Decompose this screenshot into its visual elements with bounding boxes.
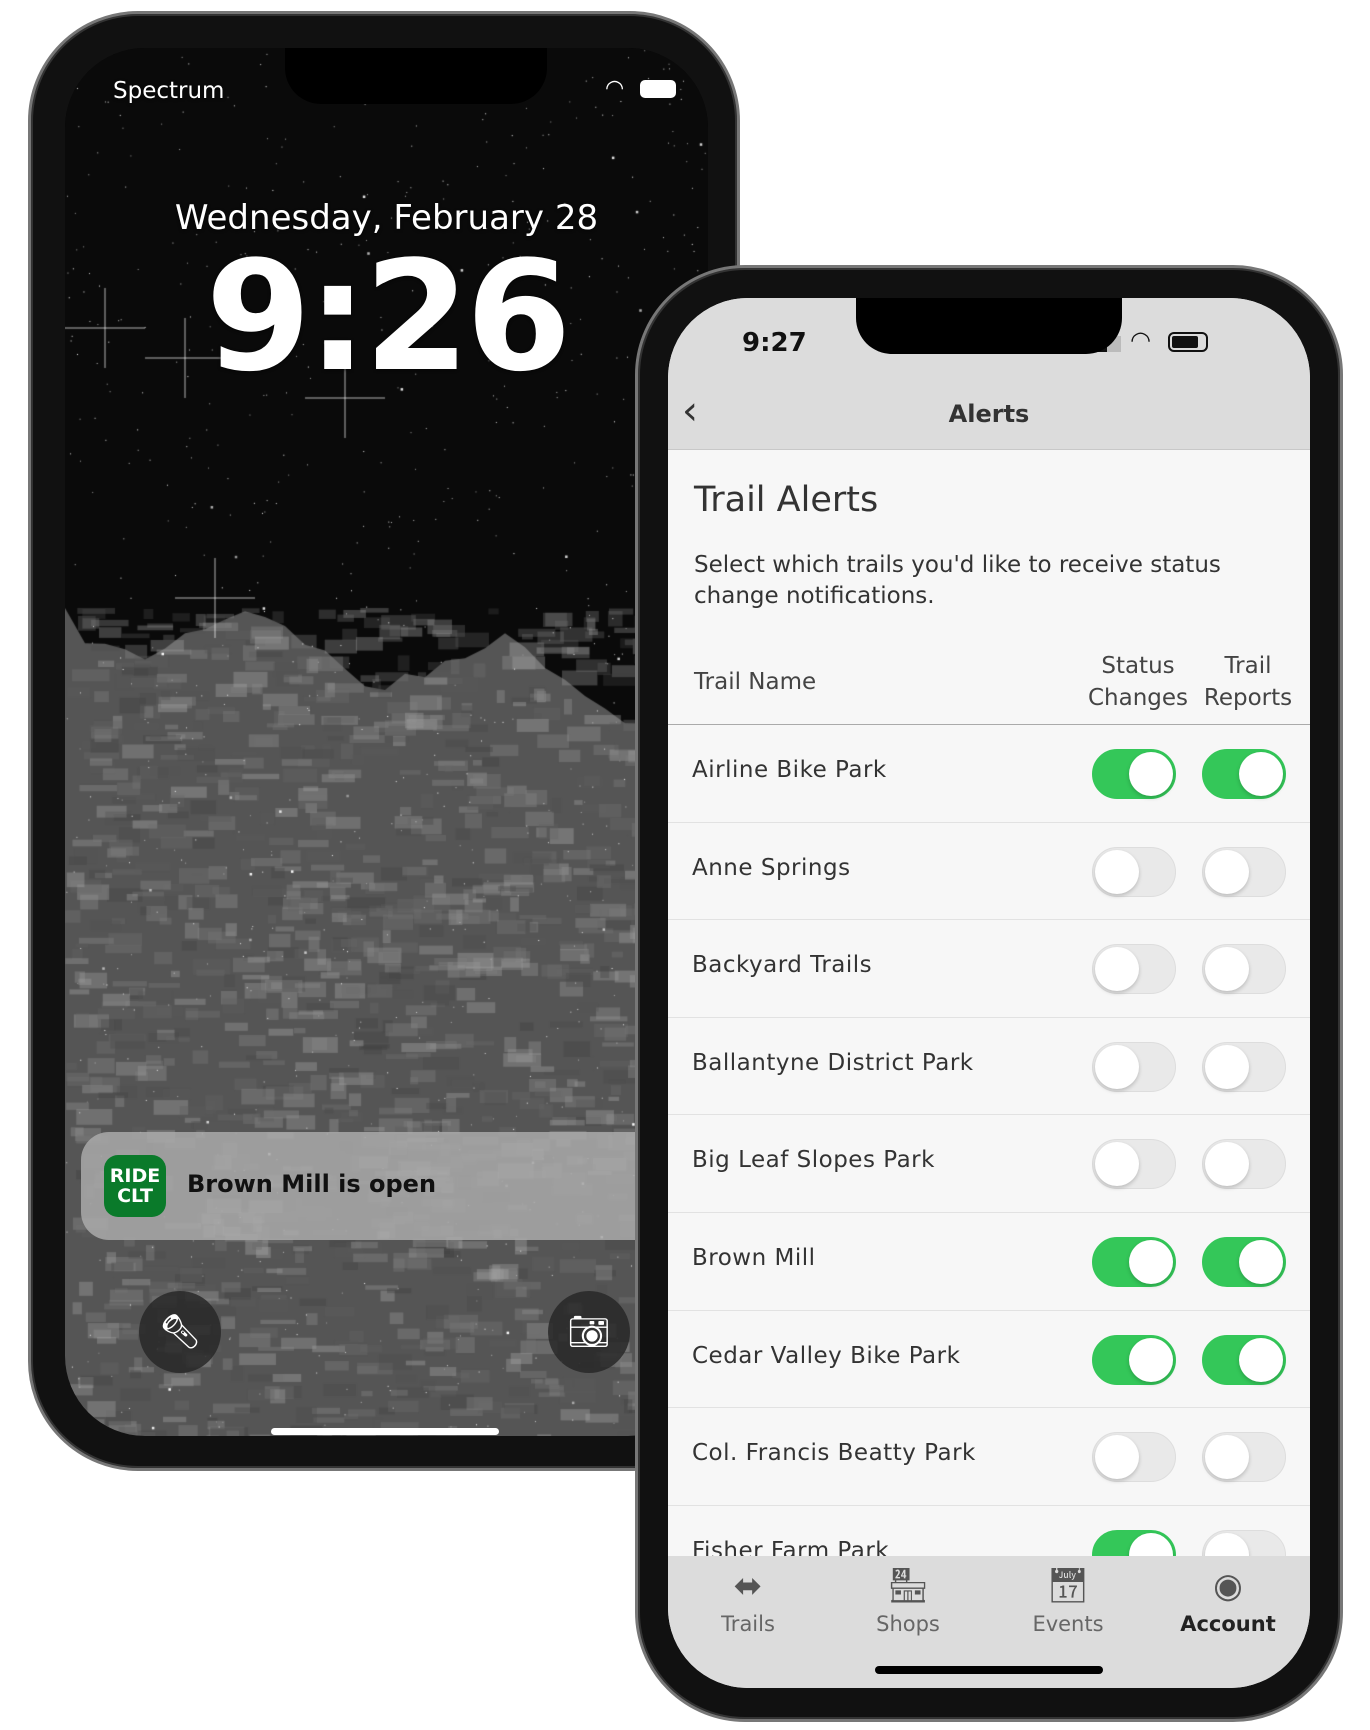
nav-title: Alerts: [948, 400, 1030, 428]
tab-events[interactable]: 📅︎ Events: [998, 1566, 1138, 1636]
app-screen: 9:27 ◠ ‹ Alerts Trail Alerts Select whic…: [668, 298, 1310, 1688]
trail-reports-toggle[interactable]: [1202, 1334, 1286, 1385]
signpost-icon: ⬌: [733, 1566, 763, 1606]
trail-row: Cedar Valley Bike Park: [668, 1311, 1310, 1409]
lock-screen: Spectrum ◠ Wednesday, February 28 9:26 R…: [65, 48, 708, 1436]
trail-row: Backyard Trails: [668, 920, 1310, 1018]
trail-reports-toggle[interactable]: [1202, 944, 1286, 995]
col-label: Status: [1101, 653, 1175, 679]
trail-name: Backyard Trails: [692, 952, 873, 979]
app-icon-line2: CLT: [117, 1185, 153, 1207]
status-changes-toggle[interactable]: [1092, 1334, 1176, 1385]
home-indicator[interactable]: [875, 1666, 1103, 1674]
tab-label: Account: [1180, 1612, 1276, 1636]
camera-button[interactable]: 📷︎: [548, 1291, 630, 1373]
tab-account[interactable]: ◉ Account: [1158, 1566, 1298, 1636]
trail-reports-toggle[interactable]: [1202, 846, 1286, 897]
trail-row: Col. Francis Beatty Park: [668, 1408, 1310, 1506]
trail-name: Airline Bike Park: [692, 757, 887, 783]
status-changes-toggle[interactable]: [1092, 1432, 1176, 1483]
trail-list: Airline Bike Park Anne Springs Backyard …: [668, 725, 1310, 1604]
notification-message: Brown Mill is open: [187, 1170, 437, 1198]
column-trail-name: Trail Name: [694, 669, 817, 695]
tab-shops[interactable]: 🏪︎ Shops: [838, 1566, 978, 1636]
trail-row: Airline Bike Park: [668, 725, 1310, 823]
trail-name: Col. Francis Beatty Park: [692, 1440, 976, 1467]
trail-name: Cedar Valley Bike Park: [692, 1342, 961, 1369]
trail-reports-toggle[interactable]: [1202, 1236, 1286, 1287]
status-changes-toggle[interactable]: [1092, 1139, 1176, 1190]
column-status-changes: Status Changes: [1080, 650, 1196, 714]
status-changes-toggle[interactable]: [1092, 846, 1176, 897]
trail-row: Big Leaf Slopes Park: [668, 1115, 1310, 1213]
trail-reports-toggle[interactable]: [1202, 1041, 1286, 1092]
trail-reports-toggle[interactable]: [1202, 749, 1286, 799]
camera-icon: 📷︎: [567, 1312, 611, 1352]
lock-screen-phone: Spectrum ◠ Wednesday, February 28 9:26 R…: [28, 11, 740, 1471]
trail-name: Ballantyne District Park: [692, 1049, 974, 1076]
page-title: Trail Alerts: [694, 480, 879, 520]
calendar-icon: 📅︎: [1046, 1566, 1090, 1606]
notch: [856, 298, 1122, 354]
col-label: Changes: [1087, 685, 1189, 711]
notch: [285, 48, 547, 104]
flashlight-button[interactable]: 🔦︎: [139, 1291, 221, 1373]
app-icon-line1: RIDE: [109, 1165, 161, 1187]
trail-name: Brown Mill: [692, 1244, 816, 1271]
trail-name: Big Leaf Slopes Park: [692, 1147, 935, 1174]
wifi-icon: ◠: [1130, 326, 1151, 354]
status-changes-toggle[interactable]: [1092, 944, 1176, 995]
trail-row: Brown Mill: [668, 1213, 1310, 1311]
trail-reports-toggle[interactable]: [1202, 1432, 1286, 1483]
battery-icon: [1168, 332, 1208, 352]
ride-clt-app-icon: RIDE CLT: [104, 1155, 166, 1217]
trail-row: Ballantyne District Park: [668, 1018, 1310, 1116]
home-indicator[interactable]: [271, 1428, 499, 1435]
battery-icon: [640, 80, 676, 98]
lock-time: 9:26: [205, 228, 571, 405]
account-icon: ◉: [1213, 1566, 1243, 1606]
trail-reports-toggle[interactable]: [1202, 1139, 1286, 1190]
col-label: Trail: [1224, 653, 1272, 679]
storefront-icon: 🏪︎: [886, 1566, 930, 1606]
status-changes-toggle[interactable]: [1092, 1236, 1176, 1287]
tab-label: Shops: [876, 1612, 940, 1636]
status-time: 9:27: [742, 328, 807, 358]
flashlight-icon: 🔦︎: [158, 1312, 202, 1352]
notification[interactable]: RIDE CLT Brown Mill is open: [81, 1132, 708, 1240]
carrier-label: Spectrum: [113, 78, 225, 104]
tab-label: Trails: [721, 1612, 775, 1636]
page-description: Select which trails you'd like to receiv…: [694, 552, 1221, 609]
trail-name: Anne Springs: [692, 854, 851, 881]
wifi-icon: ◠: [605, 76, 625, 101]
column-trail-reports: Trail Reports: [1192, 650, 1304, 714]
trail-row: Anne Springs: [668, 823, 1310, 921]
app-phone: 9:27 ◠ ‹ Alerts Trail Alerts Select whic…: [635, 265, 1343, 1722]
status-changes-toggle[interactable]: [1092, 749, 1176, 799]
status-changes-toggle[interactable]: [1092, 1041, 1176, 1092]
tab-label: Events: [1032, 1612, 1104, 1636]
tab-trails[interactable]: ⬌ Trails: [678, 1566, 818, 1636]
col-label: Reports: [1203, 685, 1293, 711]
